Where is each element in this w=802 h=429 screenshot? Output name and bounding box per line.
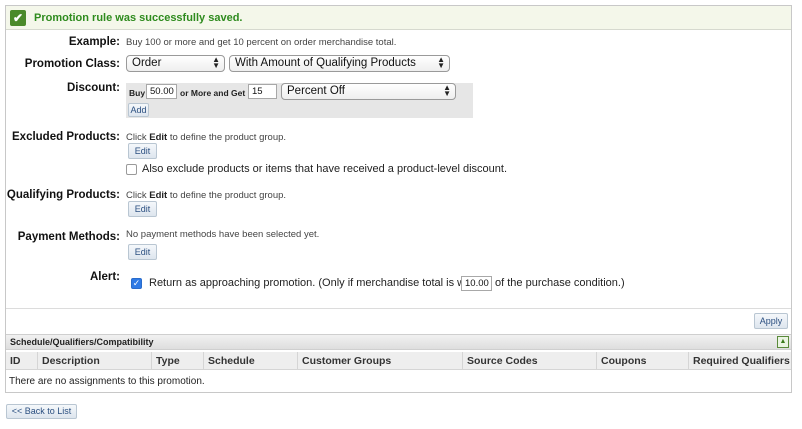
- alert-label: Alert:: [89, 271, 120, 283]
- checkmark-icon: ✔: [10, 9, 26, 26]
- column-header[interactable]: Coupons: [597, 352, 689, 370]
- also-exclude-checkbox[interactable]: [126, 164, 137, 175]
- discount-unit-value: Percent Off: [287, 85, 345, 97]
- schedule-section-header: Schedule/Qualifiers/Compatibility ▲: [6, 334, 791, 350]
- promotion-class-select[interactable]: Order ▲ ▼: [126, 55, 225, 72]
- column-header[interactable]: Customer Groups: [298, 352, 463, 370]
- get-amount-input[interactable]: 15: [248, 84, 277, 99]
- promotion-type-select[interactable]: With Amount of Qualifying Products ▲ ▼: [229, 55, 450, 72]
- alert-text-after: of the purchase condition.): [495, 277, 625, 289]
- column-header[interactable]: Schedule: [204, 352, 298, 370]
- promotion-class-label: Promotion Class:: [24, 58, 120, 70]
- column-header[interactable]: Description: [38, 352, 152, 370]
- empty-assignments-text: There are no assignments to this promoti…: [9, 376, 205, 387]
- success-banner: ✔ Promotion rule was successfully saved.: [6, 6, 791, 30]
- schedule-table-header: ID Description Type Schedule Customer Gr…: [6, 352, 791, 370]
- discount-box: Buy 50.00 or More and Get 15 Percent Off…: [126, 83, 473, 118]
- promotion-class-value: Order: [132, 57, 162, 69]
- qualifying-products-hint: Click Edit to define the product group.: [126, 190, 287, 201]
- add-discount-button[interactable]: Add: [128, 103, 149, 117]
- schedule-section-title: Schedule/Qualifiers/Compatibility: [10, 337, 154, 347]
- column-header[interactable]: Source Codes: [463, 352, 597, 370]
- example-text: Buy 100 or more and get 10 percent on or…: [126, 37, 397, 48]
- excluded-products-label: Excluded Products:: [12, 131, 120, 143]
- select-arrows-icon: ▲ ▼: [437, 55, 445, 70]
- qualifying-products-edit-button[interactable]: Edit: [128, 201, 157, 217]
- form-divider: [6, 308, 791, 309]
- excluded-products-hint: Click Edit to define the product group.: [126, 132, 287, 143]
- payment-methods-edit-button[interactable]: Edit: [128, 244, 157, 260]
- qualifying-products-label: Qualifying Products:: [6, 189, 120, 201]
- alert-text-before: Return as approaching promotion. (Only i…: [149, 277, 486, 289]
- column-header[interactable]: Type: [152, 352, 204, 370]
- payment-methods-text: No payment methods have been selected ye…: [126, 229, 320, 240]
- select-arrows-icon: ▲ ▼: [443, 83, 451, 98]
- example-label: Example:: [68, 36, 120, 48]
- or-more-and-get-label: or More and Get: [180, 88, 246, 98]
- buy-amount-input[interactable]: 50.00: [146, 84, 177, 99]
- discount-label: Discount:: [66, 82, 120, 94]
- promotion-type-value: With Amount of Qualifying Products: [235, 57, 416, 69]
- back-to-list-button[interactable]: << Back to List: [6, 404, 77, 419]
- promotion-panel: ✔ Promotion rule was successfully saved.…: [5, 5, 792, 393]
- column-header[interactable]: Required Qualifiers: [689, 352, 791, 370]
- success-message: Promotion rule was successfully saved.: [34, 11, 243, 24]
- also-exclude-text: Also exclude products or items that have…: [142, 163, 508, 175]
- column-header[interactable]: ID: [6, 352, 38, 370]
- alert-checkbox[interactable]: ✓: [131, 278, 142, 289]
- excluded-products-edit-button[interactable]: Edit: [128, 143, 157, 159]
- buy-label: Buy: [129, 88, 146, 98]
- select-arrows-icon: ▲ ▼: [212, 55, 220, 70]
- apply-button[interactable]: Apply: [754, 313, 788, 329]
- alert-threshold-input[interactable]: 10.00: [461, 276, 492, 291]
- discount-unit-select[interactable]: Percent Off ▲ ▼: [281, 83, 456, 100]
- payment-methods-label: Payment Methods:: [17, 231, 120, 243]
- collapse-icon[interactable]: ▲: [777, 336, 789, 348]
